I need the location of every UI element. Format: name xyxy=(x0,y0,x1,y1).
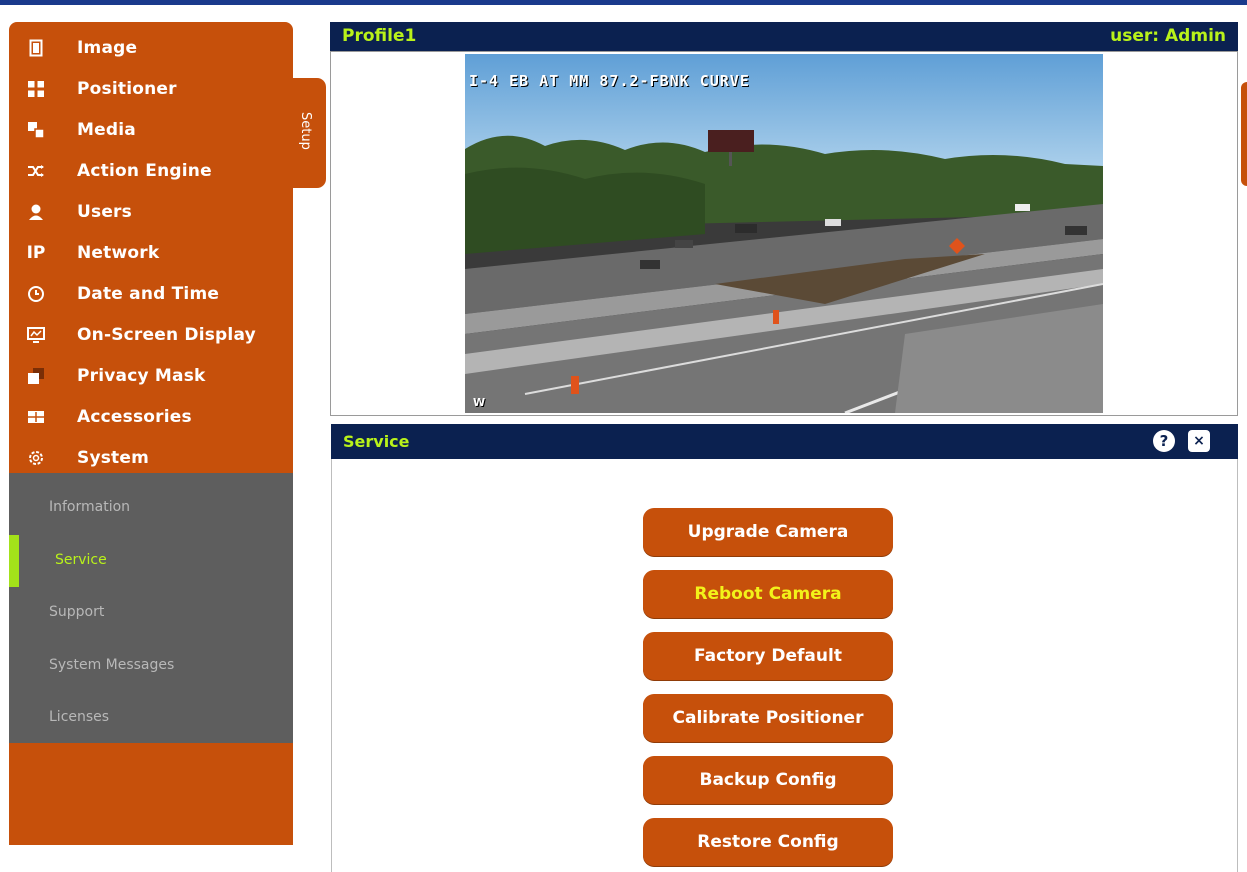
right-edge-tab[interactable] xyxy=(1241,82,1247,186)
sidebar-item-label: Network xyxy=(77,243,160,263)
gear-icon xyxy=(25,447,47,469)
sidebar-item-label: Positioner xyxy=(77,79,177,99)
sidebar-item-label: Action Engine xyxy=(77,161,212,181)
sidebar-item-media[interactable]: Media xyxy=(9,110,293,150)
camera-corner-mark: W xyxy=(473,396,486,409)
sidebar-item-users[interactable]: Users xyxy=(9,192,293,232)
accessories-icon xyxy=(25,406,47,428)
reboot-camera-button[interactable]: Reboot Camera xyxy=(643,570,893,618)
close-icon[interactable]: × xyxy=(1188,430,1210,452)
sidebar-item-label: Media xyxy=(77,120,136,140)
sidebar: Image Positioner Media Action Engine Use… xyxy=(9,22,293,845)
submenu-item-label: Service xyxy=(55,552,107,568)
sidebar-item-label: Users xyxy=(77,202,132,222)
submenu-item-information[interactable]: Information xyxy=(9,482,293,532)
submenu-item-system-messages[interactable]: System Messages xyxy=(9,640,293,690)
sidebar-item-label: Image xyxy=(77,38,138,58)
camera-overlay-text: I-4 EB AT MM 87.2-FBNK CURVE xyxy=(469,72,750,90)
monitor-icon xyxy=(25,324,47,346)
sidebar-item-label: Privacy Mask xyxy=(77,366,206,386)
setup-tab[interactable]: Setup xyxy=(293,78,326,188)
sidebar-item-image[interactable]: Image xyxy=(9,28,293,68)
profile-title: Profile1 xyxy=(342,26,417,46)
clock-icon xyxy=(25,283,47,305)
sidebar-item-label: System xyxy=(77,448,150,468)
service-title: Service xyxy=(343,432,410,451)
help-icon[interactable]: ? xyxy=(1153,430,1175,452)
sidebar-item-label: Accessories xyxy=(77,407,192,427)
submenu-item-label: Support xyxy=(49,604,105,620)
setup-tab-label: Setup xyxy=(298,112,313,150)
upgrade-camera-button[interactable]: Upgrade Camera xyxy=(643,508,893,556)
system-submenu: Information Service Support System Messa… xyxy=(9,473,293,743)
ip-icon: IP xyxy=(26,243,46,263)
sidebar-item-system[interactable]: System xyxy=(9,438,293,478)
sidebar-item-accessories[interactable]: Accessories xyxy=(9,397,293,437)
user-label: user: Admin xyxy=(1110,26,1226,46)
video-header: Profile1 user: Admin xyxy=(330,22,1238,51)
submenu-item-licenses[interactable]: Licenses xyxy=(9,692,293,742)
submenu-item-label: System Messages xyxy=(49,657,175,673)
user-icon xyxy=(25,201,47,223)
sidebar-item-label: Date and Time xyxy=(77,284,220,304)
submenu-item-support[interactable]: Support xyxy=(9,587,293,637)
submenu-item-label: Information xyxy=(49,499,131,515)
calibrate-positioner-button[interactable]: Calibrate Positioner xyxy=(643,694,893,742)
service-header: Service ? × xyxy=(331,424,1238,459)
sidebar-item-privacy-mask[interactable]: Privacy Mask xyxy=(9,356,293,396)
factory-default-button[interactable]: Factory Default xyxy=(643,632,893,680)
positioner-icon xyxy=(25,78,47,100)
mask-icon xyxy=(25,365,47,387)
sidebar-item-on-screen-display[interactable]: On-Screen Display xyxy=(9,315,293,355)
sidebar-item-network[interactable]: IP Network xyxy=(9,233,293,273)
sidebar-item-label: On-Screen Display xyxy=(77,325,256,345)
image-icon xyxy=(25,37,47,59)
media-icon xyxy=(25,119,47,141)
shuffle-icon xyxy=(25,160,47,182)
top-accent-line xyxy=(0,0,1247,5)
submenu-item-service[interactable]: Service xyxy=(9,535,293,585)
camera-scene xyxy=(465,54,1103,413)
sidebar-item-date-and-time[interactable]: Date and Time xyxy=(9,274,293,314)
camera-view[interactable]: I-4 EB AT MM 87.2-FBNK CURVE W xyxy=(465,54,1103,413)
sidebar-item-action-engine[interactable]: Action Engine xyxy=(9,151,293,191)
restore-config-button[interactable]: Restore Config xyxy=(643,818,893,866)
backup-config-button[interactable]: Backup Config xyxy=(643,756,893,804)
submenu-item-label: Licenses xyxy=(49,709,110,725)
sidebar-item-positioner[interactable]: Positioner xyxy=(9,69,293,109)
